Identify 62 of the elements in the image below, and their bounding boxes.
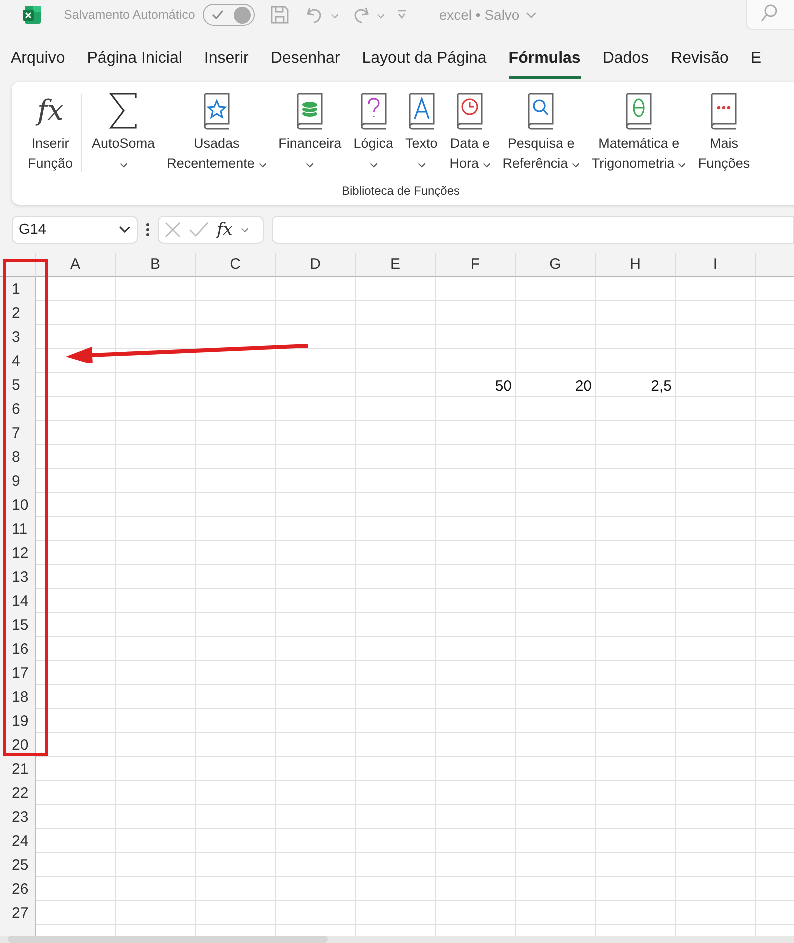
ribbon-button[interactable]: Mais Funções (692, 88, 756, 174)
chevron-down-icon (258, 163, 267, 168)
column-header[interactable]: C (196, 253, 276, 277)
save-icon (269, 4, 292, 26)
autosave-toggle[interactable] (203, 4, 256, 26)
menu-tab[interactable]: Fórmulas (508, 50, 581, 79)
column-header[interactable]: H (596, 253, 676, 277)
menu-tab[interactable]: Página Inicial (87, 50, 182, 79)
chevron-down-icon (240, 228, 249, 232)
column-header[interactable]: I (676, 253, 756, 277)
chevron-down-icon (482, 163, 491, 168)
menu-tab[interactable]: Inserir (204, 50, 249, 79)
chevron-down-icon (678, 163, 686, 168)
column-header[interactable]: D (276, 253, 356, 277)
chevron-down-icon (120, 163, 128, 168)
menu-tab[interactable]: Dados (602, 50, 650, 79)
chevron-down-icon (370, 163, 378, 168)
group-label: Biblioteca de Funções (342, 184, 460, 198)
check-icon (189, 222, 209, 238)
menu-tab[interactable]: E (750, 50, 762, 79)
ribbon-button[interactable]: Lógica (348, 88, 400, 174)
chevron-down-icon (418, 163, 426, 168)
column-header[interactable]: G (516, 253, 596, 277)
chevron-down-icon (306, 163, 314, 168)
formula-input[interactable] (272, 216, 794, 244)
menu-tab[interactable]: Desenhar (270, 50, 340, 79)
search-field[interactable] (746, 0, 794, 30)
chevron-down-icon (377, 14, 386, 19)
menu-tab[interactable]: Layout da Página (362, 50, 487, 79)
ribbon-button[interactable]: fx Inserir Função (22, 88, 80, 174)
spreadsheet-logo-icon (22, 5, 42, 25)
table-cell: 50 (436, 373, 516, 397)
check-icon (212, 10, 224, 20)
close-icon (165, 222, 181, 238)
name-box[interactable]: G14 (12, 216, 138, 244)
column-header[interactable]: B (116, 253, 196, 277)
insert-function-button[interactable]: fx (217, 220, 233, 240)
menu-tab[interactable]: Revisão (671, 50, 729, 79)
ribbon-button[interactable]: Pesquisa e Referência (496, 88, 586, 174)
table-cell: 2,5 (596, 373, 676, 397)
ribbon-button[interactable]: AutoSoma (86, 88, 162, 174)
ribbon-button[interactable]: Data e Hora (444, 88, 497, 174)
fx-icon: fx (37, 91, 64, 131)
more-icon (146, 223, 150, 237)
ribbon-button[interactable]: Usadas Recentemente (161, 88, 273, 174)
table-cell: 20 (516, 373, 596, 397)
column-header[interactable]: E (356, 253, 436, 277)
ribbon-button[interactable]: Texto (399, 88, 444, 174)
horizontal-scrollbar[interactable] (0, 936, 794, 943)
customize-icon (397, 10, 408, 20)
chevron-down-icon (572, 163, 580, 168)
menu-tab[interactable]: Arquivo (11, 50, 66, 79)
chevron-down-icon (526, 12, 537, 19)
ribbon-button[interactable]: Matemática e Trigonometria (586, 88, 692, 174)
column-header[interactable]: F (436, 253, 516, 277)
column-header[interactable]: A (36, 253, 116, 277)
autosave-label: Salvamento Automático (64, 8, 196, 22)
chevron-down-icon (119, 226, 131, 234)
chevron-down-icon (331, 14, 340, 19)
sigma-icon (108, 92, 140, 130)
search-icon (761, 4, 779, 22)
ribbon-button[interactable]: Financeira (272, 88, 348, 174)
